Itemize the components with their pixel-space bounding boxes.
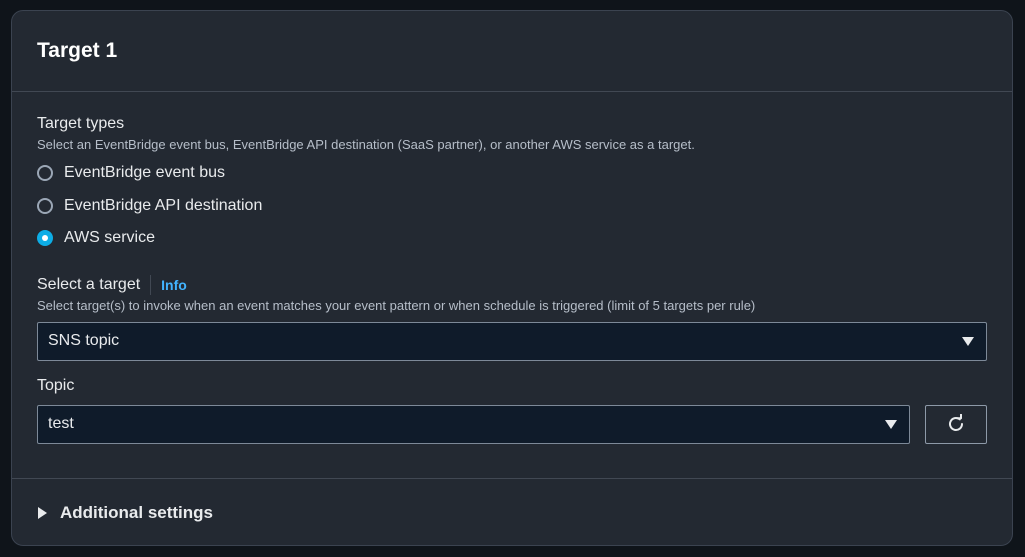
caret-right-icon bbox=[38, 507, 47, 519]
radio-button[interactable] bbox=[37, 165, 53, 182]
additional-settings-toggle[interactable]: Additional settings bbox=[12, 478, 1012, 545]
topic-select-value: test bbox=[48, 415, 74, 432]
select-target-description: Select target(s) to invoke when an event… bbox=[37, 297, 756, 313]
target-types-label: Target types bbox=[37, 115, 125, 132]
target-types-description: Select an EventBridge event bus, EventBr… bbox=[37, 137, 695, 152]
info-link[interactable]: Info bbox=[161, 277, 187, 293]
radio-option-aws-service[interactable]: AWS service bbox=[37, 222, 987, 255]
refresh-icon bbox=[949, 414, 963, 431]
radio-button[interactable] bbox=[37, 197, 53, 214]
additional-settings-label: Additional settings bbox=[60, 503, 213, 522]
target-select-dropdown[interactable]: SNS topic bbox=[37, 321, 987, 361]
target-select-value: SNS topic bbox=[48, 332, 120, 349]
radio-button-selected[interactable] bbox=[37, 230, 53, 247]
topic-label: Topic bbox=[37, 376, 75, 394]
panel-header: Target 1 bbox=[12, 11, 1012, 92]
target-panel: Target 1 Target types Select an EventBri… bbox=[11, 10, 1013, 546]
panel-body: Target types Select an EventBridge event… bbox=[12, 92, 1012, 477]
select-target-label-row: Select a target Info bbox=[37, 274, 987, 295]
panel-title: Target 1 bbox=[37, 39, 118, 62]
radio-label: AWS service bbox=[64, 229, 155, 247]
caret-down-icon bbox=[885, 419, 897, 429]
refresh-button[interactable] bbox=[925, 404, 987, 444]
radio-option-event-bus[interactable]: EventBridge event bus bbox=[37, 157, 987, 190]
target-types-radio-group: EventBridge event bus EventBridge API de… bbox=[37, 157, 987, 255]
caret-down-icon bbox=[962, 336, 974, 346]
radio-label: EventBridge API destination bbox=[64, 196, 263, 214]
select-target-label: Select a target bbox=[37, 275, 141, 293]
topic-select-dropdown[interactable]: test bbox=[37, 404, 910, 444]
radio-option-api-destination[interactable]: EventBridge API destination bbox=[37, 190, 987, 223]
label-divider bbox=[150, 274, 152, 295]
topic-row: test bbox=[37, 404, 987, 444]
radio-label: EventBridge event bus bbox=[64, 164, 225, 182]
